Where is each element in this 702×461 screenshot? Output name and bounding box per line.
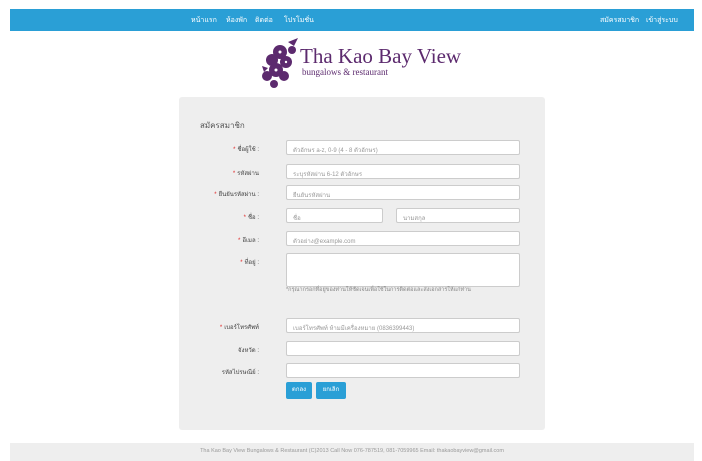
email-field[interactable]: ตัวอย่าง@example.com (286, 231, 520, 246)
registration-panel: สมัครสมาชิก * ชื่อผู้ใช้ : ตัวอักษร a-z, … (179, 97, 545, 430)
username-field[interactable]: ตัวอักษร a-z, 0-9 (4 - 8 ตัวอักษร) (286, 140, 520, 155)
nav-item-register[interactable]: สมัครสมาชิก (600, 15, 639, 26)
province-label: จังหวัด : (238, 348, 259, 354)
footer: Tha Kao Bay View Bungalows & Restaurant … (10, 443, 694, 461)
address-label: * ที่อยู่ : (240, 260, 259, 266)
submit-button[interactable]: ตกลง (286, 382, 312, 399)
password-label: * รหัสผ่าน (232, 171, 259, 177)
address-help-text: *กรุณากรอกที่อยู่ของท่านให้ชัดเจนเพื่อใช… (286, 287, 471, 293)
nav-item-home[interactable]: หน้าแรก (191, 15, 217, 26)
logo-subtitle: bungalows & restaurant (302, 67, 388, 77)
zipcode-field[interactable] (286, 363, 520, 378)
confirm-password-field[interactable]: ยืนยันรหัสผ่าน (286, 185, 520, 200)
name-label: * ชื่อ : (243, 215, 259, 221)
confirm-password-label: * ยืนยันรหัสผ่าน : (214, 192, 259, 198)
nav-item-contact[interactable]: ติดต่อ (255, 15, 273, 26)
logo-title: Tha Kao Bay View (300, 44, 462, 68)
nav-item-login[interactable]: เข้าสู่ระบบ (646, 15, 678, 26)
form-title: สมัครสมาชิก (200, 121, 245, 130)
zipcode-label: รหัสไปรษณีย์ : (221, 370, 259, 376)
last-name-field[interactable]: นามสกุล (396, 208, 520, 223)
province-field[interactable] (286, 341, 520, 356)
nav-item-rooms[interactable]: ห้องพัก (226, 15, 247, 26)
footer-text: Tha Kao Bay View Bungalows & Restaurant … (200, 448, 504, 454)
address-textarea[interactable] (286, 253, 520, 287)
phone-field[interactable]: เบอร์โทรศัพท์ ห้ามมีเครื่องหมาย (0836399… (286, 318, 520, 333)
top-navbar: หน้าแรก ห้องพัก ติดต่อ โปรโมชั่น สมัครสม… (10, 9, 694, 31)
first-name-field[interactable]: ชื่อ (286, 208, 383, 223)
site-logo[interactable]: Tha Kao Bay View bungalows & restaurant (258, 38, 468, 88)
password-field[interactable]: ระบุรหัสผ่าน 6-12 ตัวอักษร (286, 164, 520, 179)
email-label: * อีเมล : (238, 238, 259, 244)
nav-item-promotion[interactable]: โปรโมชั่น (284, 15, 314, 26)
reset-button[interactable]: ยกเลิก (316, 382, 346, 399)
username-label: * ชื่อผู้ใช้ : (233, 147, 259, 153)
phone-label: * เบอร์โทรศัพท์ (219, 325, 259, 331)
